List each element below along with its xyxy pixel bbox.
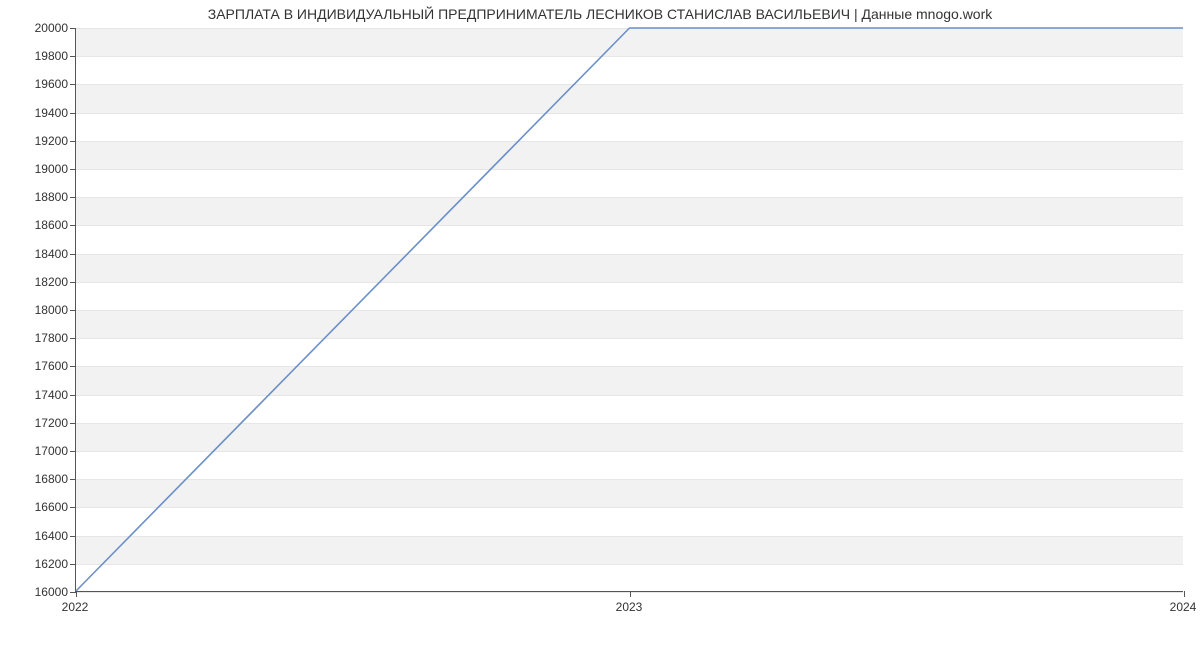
y-tick xyxy=(70,395,76,396)
y-axis-label: 18000 xyxy=(8,304,68,316)
x-axis-label: 2022 xyxy=(62,600,89,614)
chart-title: ЗАРПЛАТА В ИНДИВИДУАЛЬНЫЙ ПРЕДПРИНИМАТЕЛ… xyxy=(0,6,1200,22)
y-axis-label: 18200 xyxy=(8,276,68,288)
y-tick xyxy=(70,84,76,85)
y-axis-label: 19400 xyxy=(8,107,68,119)
y-axis-label: 19200 xyxy=(8,135,68,147)
y-axis-label: 20000 xyxy=(8,22,68,34)
y-tick xyxy=(70,423,76,424)
y-axis-label: 19600 xyxy=(8,78,68,90)
y-tick xyxy=(70,536,76,537)
y-axis-label: 17800 xyxy=(8,332,68,344)
y-axis-label: 19800 xyxy=(8,50,68,62)
y-tick xyxy=(70,282,76,283)
y-axis-label: 16400 xyxy=(8,530,68,542)
y-tick xyxy=(70,254,76,255)
x-axis-label: 2024 xyxy=(1170,600,1197,614)
y-tick xyxy=(70,451,76,452)
y-axis-label: 16800 xyxy=(8,473,68,485)
y-tick xyxy=(70,141,76,142)
y-axis-label: 17000 xyxy=(8,445,68,457)
x-tick xyxy=(1184,591,1185,597)
y-tick xyxy=(70,225,76,226)
x-axis-label: 2023 xyxy=(616,600,643,614)
salary-chart: ЗАРПЛАТА В ИНДИВИДУАЛЬНЫЙ ПРЕДПРИНИМАТЕЛ… xyxy=(0,0,1200,650)
y-axis-label: 17600 xyxy=(8,360,68,372)
x-tick xyxy=(76,591,77,597)
y-axis-label: 17400 xyxy=(8,389,68,401)
y-tick xyxy=(70,169,76,170)
y-axis-label: 16600 xyxy=(8,501,68,513)
y-tick xyxy=(70,338,76,339)
line-series xyxy=(76,28,1183,591)
y-tick xyxy=(70,56,76,57)
y-tick xyxy=(70,507,76,508)
x-tick xyxy=(630,591,631,597)
y-tick xyxy=(70,564,76,565)
y-axis-label: 19000 xyxy=(8,163,68,175)
y-axis-label: 17200 xyxy=(8,417,68,429)
plot-area xyxy=(75,28,1183,592)
y-tick xyxy=(70,366,76,367)
y-tick xyxy=(70,113,76,114)
y-tick xyxy=(70,310,76,311)
y-tick xyxy=(70,28,76,29)
y-tick xyxy=(70,197,76,198)
y-axis-label: 16000 xyxy=(8,586,68,598)
y-axis-label: 16200 xyxy=(8,558,68,570)
y-tick xyxy=(70,479,76,480)
y-axis-label: 18800 xyxy=(8,191,68,203)
y-axis-label: 18400 xyxy=(8,248,68,260)
y-axis-label: 18600 xyxy=(8,219,68,231)
